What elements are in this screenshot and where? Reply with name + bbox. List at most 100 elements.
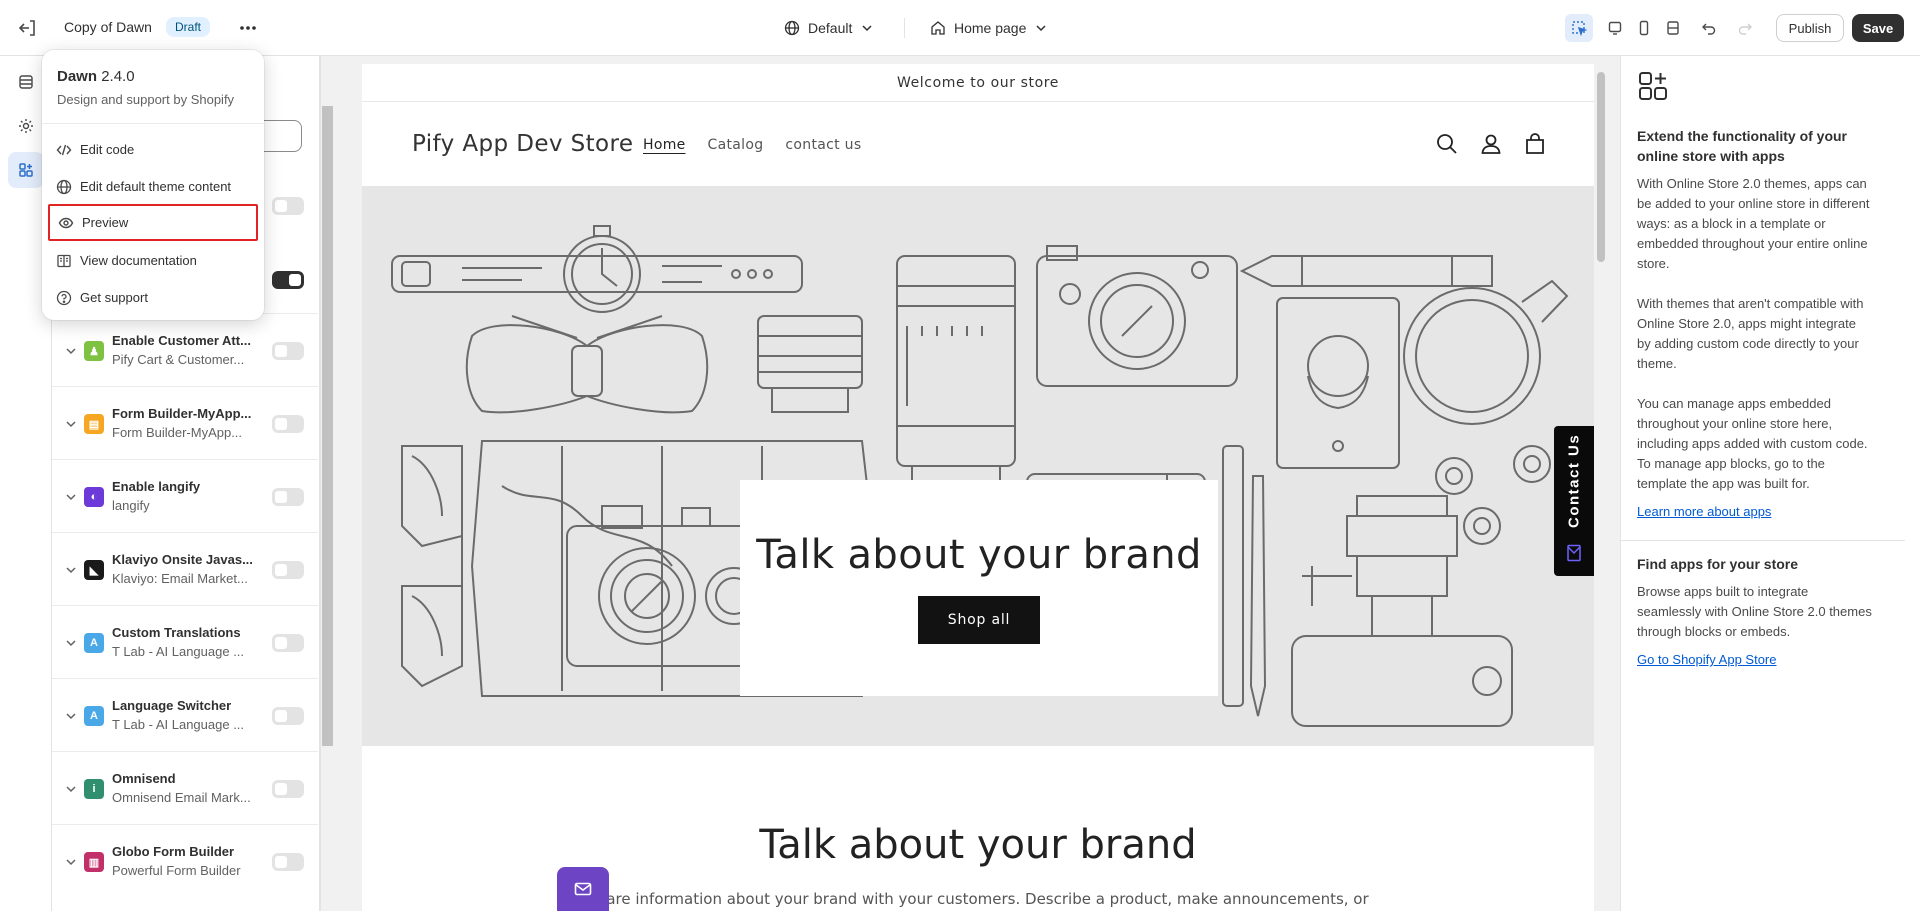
chevron-down-icon[interactable] xyxy=(64,782,78,796)
settings-gear-icon[interactable] xyxy=(8,108,44,144)
panel-scrollbar[interactable] xyxy=(320,56,334,911)
desktop-view-icon[interactable] xyxy=(1601,14,1629,42)
menu-item-label: Preview xyxy=(82,215,129,230)
globe-icon xyxy=(784,20,800,36)
menu-header: Dawn 2.4.0 Design and support by Shopify xyxy=(42,50,264,124)
chevron-down-icon[interactable] xyxy=(64,855,78,869)
contact-us-tab[interactable]: Contact Us xyxy=(1554,426,1594,576)
menu-item-get-support[interactable]: Get support xyxy=(48,279,258,316)
section2-text: Share information about your brand with … xyxy=(587,890,1369,908)
app-embed-toggle[interactable] xyxy=(272,561,304,579)
app-embed-toggle[interactable] xyxy=(272,780,304,798)
menu-item-preview[interactable]: Preview xyxy=(48,204,258,241)
app-embed-toggle[interactable] xyxy=(272,488,304,506)
fullscreen-icon[interactable] xyxy=(1659,14,1687,42)
app-info-panel: Extend the functionality of your online … xyxy=(1620,56,1920,911)
app-name: Globo Form Builder xyxy=(112,844,235,859)
locale-selector[interactable]: Default xyxy=(784,16,874,40)
sections-icon[interactable] xyxy=(8,64,44,100)
app-embed-toggle[interactable] xyxy=(272,197,304,215)
panel-divider xyxy=(1621,540,1905,541)
locale-label: Default xyxy=(808,20,853,36)
find-apps-heading: Find apps for your store xyxy=(1637,556,1799,572)
hero-content-box: Talk about your brand Shop all xyxy=(740,480,1218,696)
chevron-down-icon[interactable] xyxy=(64,563,78,577)
learn-more-apps-link[interactable]: Learn more about apps xyxy=(1637,504,1771,519)
app-embed-toggle[interactable] xyxy=(272,707,304,725)
app-embed-toggle[interactable] xyxy=(272,415,304,433)
store-name[interactable]: Pify App Dev Store xyxy=(412,131,633,157)
scroll-thumb[interactable] xyxy=(322,106,333,746)
app-name: Omnisend xyxy=(112,771,176,786)
app-store-link[interactable]: Go to Shopify App Store xyxy=(1637,652,1776,667)
search-icon[interactable] xyxy=(1434,131,1460,157)
theme-name-line: Dawn 2.4.0 xyxy=(57,68,135,85)
book-icon xyxy=(56,253,72,269)
app-embed-row[interactable]: ♟ Enable Customer Att... Pify Cart & Custo… xyxy=(52,313,318,386)
app-embed-row[interactable]: ◣ Klaviyo Onsite Javas... Klaviyo: Email M… xyxy=(52,532,318,605)
account-icon[interactable] xyxy=(1478,131,1504,157)
redo-icon[interactable] xyxy=(1731,14,1759,42)
app-embed-toggle[interactable] xyxy=(272,342,304,360)
cart-icon[interactable] xyxy=(1522,131,1548,157)
app-embed-row[interactable]: ▤ Form Builder-MyApp... Form Builder-MyApp… xyxy=(52,386,318,459)
store-preview: Welcome to our store Pify App Dev Store … xyxy=(362,64,1594,911)
apps-icon xyxy=(1637,70,1669,102)
app-embeds-icon[interactable] xyxy=(8,152,44,188)
template-selector[interactable]: Home page xyxy=(930,16,1048,40)
chevron-down-icon[interactable] xyxy=(64,709,78,723)
app-embed-row[interactable]: ▥ Globo Form Builder Powerful Form Builder xyxy=(52,824,318,897)
mail-icon xyxy=(574,882,592,896)
app-provider: T Lab - AI Language ... xyxy=(112,717,245,732)
globe-icon xyxy=(56,179,72,195)
app-name: Form Builder-MyApp... xyxy=(112,406,252,421)
hero-title: Talk about your brand xyxy=(756,532,1202,578)
chevron-down-icon xyxy=(1034,21,1048,35)
preview-scrollbar[interactable] xyxy=(1594,64,1608,911)
publish-button[interactable]: Publish xyxy=(1776,14,1844,42)
app-provider: Klaviyo: Email Market... xyxy=(112,571,248,586)
more-actions-icon[interactable] xyxy=(236,16,260,40)
app-embed-row[interactable]: A Custom Translations T Lab - AI Language … xyxy=(52,605,318,678)
app-name: Klaviyo Onsite Javas... xyxy=(112,552,253,567)
toolbar-divider xyxy=(904,18,905,38)
save-button[interactable]: Save xyxy=(1852,14,1904,42)
theme-actions-menu: Dawn 2.4.0 Design and support by Shopify… xyxy=(42,50,264,320)
info-paragraph-1: With Online Store 2.0 themes, apps can b… xyxy=(1637,176,1870,271)
app-embed-toggle-on[interactable] xyxy=(272,271,304,289)
chevron-down-icon[interactable] xyxy=(64,490,78,504)
menu-item-label: Edit code xyxy=(80,142,135,157)
help-icon xyxy=(56,290,72,306)
exit-icon[interactable] xyxy=(16,16,40,40)
chevron-down-icon xyxy=(860,21,874,35)
menu-item-label: Edit default theme content xyxy=(80,179,232,194)
chevron-down-icon[interactable] xyxy=(64,636,78,650)
info-paragraph-2: With themes that aren't compatible with … xyxy=(1637,296,1864,371)
menu-item-view-documentation[interactable]: View documentation xyxy=(48,242,258,279)
app-logo-icon: ♟ xyxy=(84,341,104,361)
chat-widget-button[interactable] xyxy=(557,867,609,911)
hero-banner: Talk about your brand Shop all Contact U… xyxy=(362,186,1594,746)
app-logo-icon: i xyxy=(84,779,104,799)
shop-all-button[interactable]: Shop all xyxy=(918,596,1040,644)
app-embed-toggle[interactable] xyxy=(272,634,304,652)
chevron-down-icon[interactable] xyxy=(64,417,78,431)
app-embed-row[interactable]: i Omnisend Omnisend Email Mark... xyxy=(52,751,318,824)
nav-link-contact[interactable]: contact us xyxy=(785,137,861,153)
mobile-view-icon[interactable] xyxy=(1630,14,1658,42)
inspector-icon[interactable] xyxy=(1565,14,1593,42)
app-logo-icon: ◣ xyxy=(84,560,104,580)
menu-item-label: Get support xyxy=(80,290,148,305)
app-provider: Powerful Form Builder xyxy=(112,863,241,878)
menu-item-edit-code[interactable]: Edit code xyxy=(48,131,258,168)
scroll-thumb[interactable] xyxy=(1597,72,1605,262)
chevron-down-icon[interactable] xyxy=(64,344,78,358)
nav-link-home[interactable]: Home xyxy=(643,137,686,153)
undo-icon[interactable] xyxy=(1695,14,1723,42)
app-embed-row[interactable]: ◐ Enable langify langify xyxy=(52,459,318,532)
app-logo-icon: A xyxy=(84,633,104,653)
menu-item-edit-default-content[interactable]: Edit default theme content xyxy=(48,168,258,205)
app-embed-toggle[interactable] xyxy=(272,853,304,871)
nav-link-catalog[interactable]: Catalog xyxy=(708,137,764,153)
app-embed-row[interactable]: A Language Switcher T Lab - AI Language ..… xyxy=(52,678,318,751)
